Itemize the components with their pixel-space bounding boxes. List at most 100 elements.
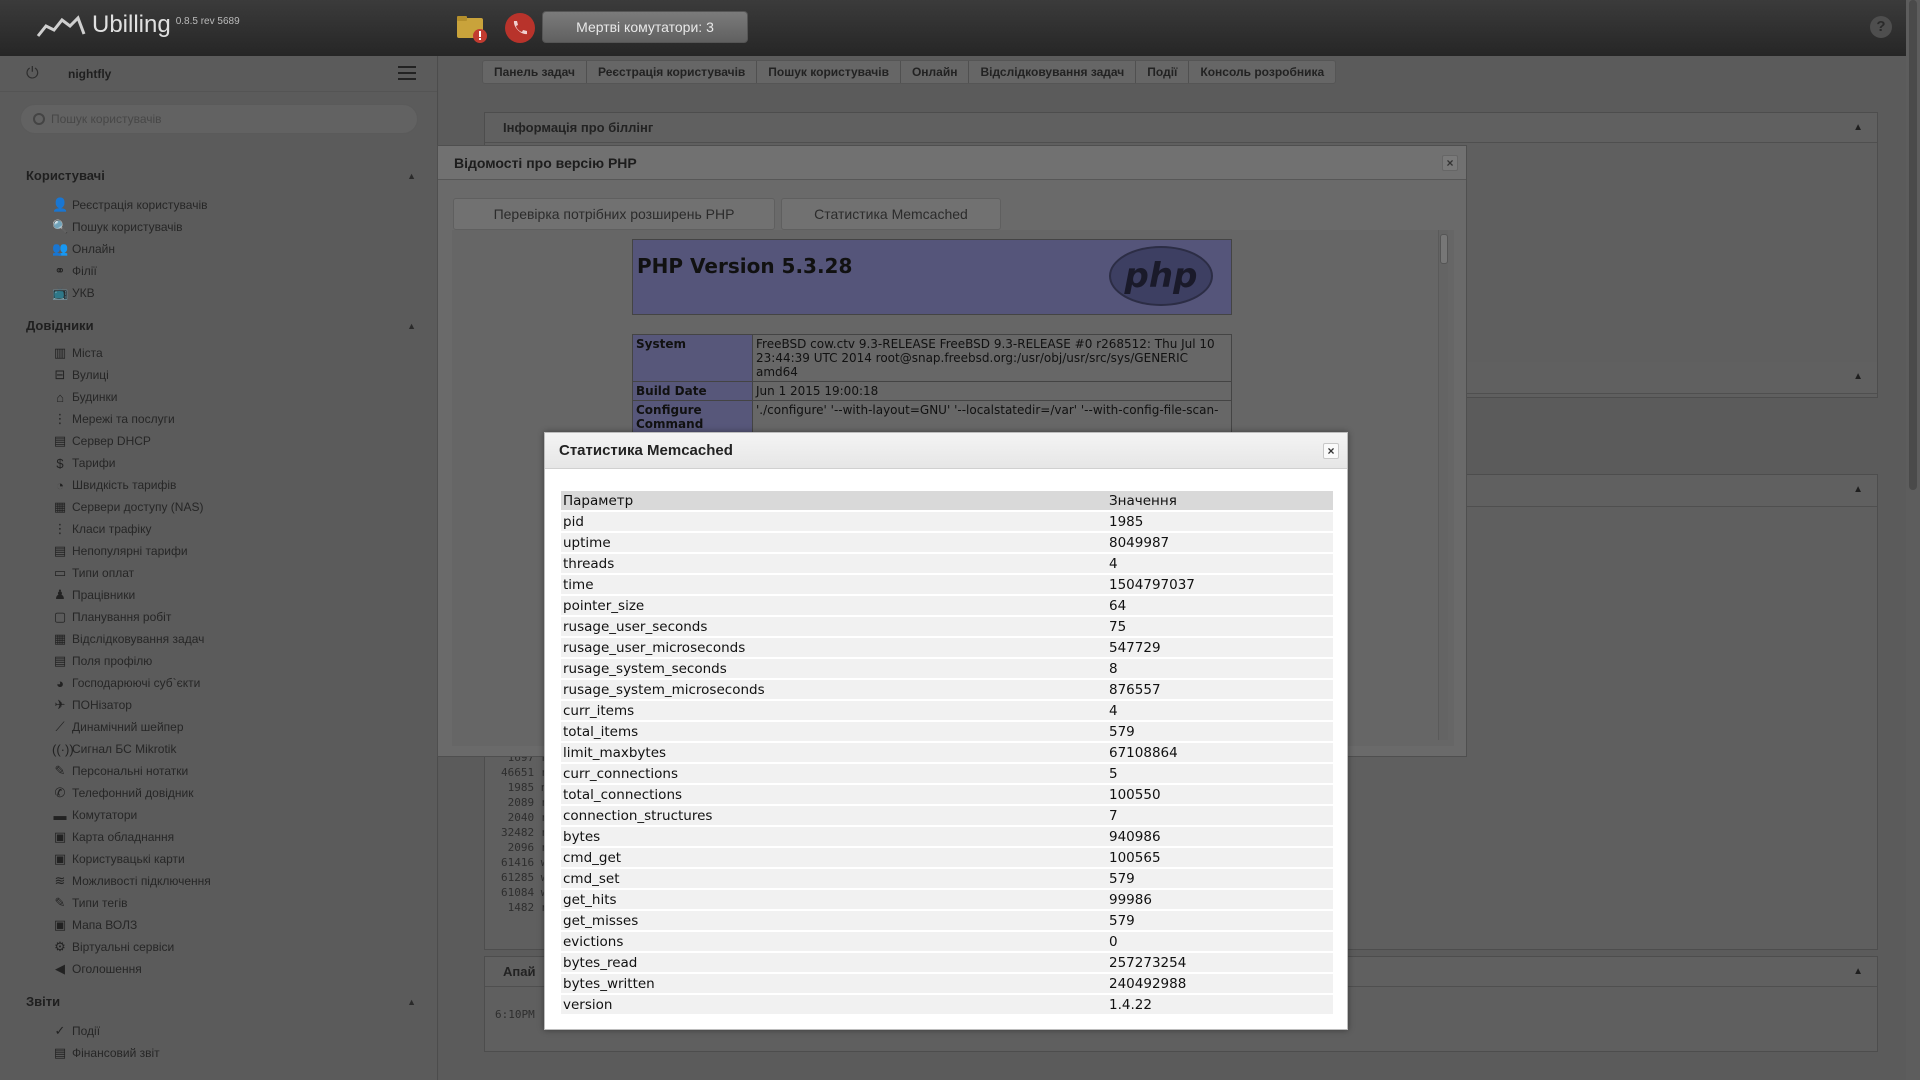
virtual-services-icon: ⚙ [54,939,66,954]
page-scrollbar-thumb[interactable] [1909,0,1917,490]
sidebar-item-label: Будинки [72,390,118,404]
collapse-arrow-icon[interactable]: ▲ [1853,475,1863,505]
breadcrumb-item[interactable]: Події [1136,61,1190,83]
collapse-arrow-icon[interactable]: ▲ [1853,113,1863,143]
param-cell: connection_structures [561,806,1107,825]
section-title[interactable]: Довідники ▲ [26,316,416,336]
sidebar-item[interactable]: ✆ Телефонний довідник [26,782,416,804]
speedometer-icon: ◔ [56,477,64,493]
sidebar-section-reports: Звіти ▲ ✓ Події ▤ Фінансовий звіт [26,992,416,1064]
sidebar-item[interactable]: ▣ Користувацькі карти [26,848,416,870]
sidebar-item[interactable]: ✎ Типи тегів [26,892,416,914]
sidebar-item[interactable]: ✎ Персональні нотатки [26,760,416,782]
sidebar-item[interactable]: ⟋ Динамічний шейпер [26,716,416,738]
sidebar-item[interactable]: ✈ ПОНізатор [26,694,416,716]
help-icon[interactable]: ? [1870,16,1892,38]
username: nightfly [68,66,112,81]
sidebar-item[interactable]: ▦ Відслідковування задач [26,628,416,650]
breadcrumb-item[interactable]: Пошук користувачів [757,61,901,83]
power-icon[interactable]: ⏻ [26,65,42,82]
breadcrumb-item[interactable]: Панель задач [483,61,587,83]
sidebar-item[interactable]: 🔍 Пошук користувачів [26,216,416,238]
breadcrumb: Панель задач Реєстрація користувачів Пошук… [482,60,1337,84]
sidebar-item[interactable]: ✓ Події [26,1020,416,1042]
sidebar-item[interactable]: 📺 УКВ [26,282,416,304]
panel-title[interactable]: Інформація про біллінг ▲ [485,113,1877,143]
sidebar-item[interactable]: ◀ Оголошення [26,958,416,980]
sidebar-item[interactable]: ⚙ Віртуальні сервіси [26,936,416,958]
param-cell: rusage_system_seconds [561,659,1107,678]
breadcrumb-item[interactable]: Консоль розробника [1189,61,1335,83]
megaphone-icon: ◀ [55,961,65,976]
sidebar-item-label: Події [72,1024,101,1038]
sidebar-item[interactable]: ⌂ Будинки [26,386,416,408]
sidebar-item[interactable]: ▣ Карта обладнання [26,826,416,848]
param-cell: get_misses [561,911,1107,930]
sidebar-item[interactable]: ▤ Непопулярні тарифи [26,540,416,562]
collapse-arrow-icon[interactable]: ▲ [407,166,416,186]
section-title[interactable]: Користувачі ▲ [26,166,416,186]
sidebar-item[interactable]: ▢ Планування робіт [26,606,416,628]
sidebar-item-label: Оголошення [72,962,142,976]
phpinfo-scrollbar[interactable] [1438,230,1448,740]
sidebar-item[interactable]: ▤ Поля профілю [26,650,416,672]
binoculars-icon: ⚭ [54,263,66,278]
sidebar-item[interactable]: ▭ Типи оплат [26,562,416,584]
sidebar-item[interactable]: ≋ Можливості підключення [26,870,416,892]
folder-alert-icon[interactable] [456,12,488,44]
collapse-arrow-icon[interactable]: ▲ [1853,362,1863,392]
sidebar-item[interactable]: ◕ Господарюючі суб`єкти [26,672,416,694]
param-cell: evictions [561,932,1107,951]
value-cell: 7 [1107,806,1333,825]
value-cell: 1504797037 [1107,575,1333,594]
sidebar-item[interactable]: ▤ Фінансовий звіт [26,1042,416,1064]
sidebar-item[interactable]: ▬ Комутатори [26,804,416,826]
phpinfo-value: Jun 1 2015 19:00:18 [752,381,1232,401]
sidebar-item[interactable]: 👤 Реєстрація користувачів [26,194,416,216]
breadcrumb-item[interactable]: Реєстрація користувачів [587,61,758,83]
phpinfo-key: Configure Command [632,400,753,434]
sidebar-item[interactable]: ▦ Сервери доступу (NAS) [26,496,416,518]
menu-toggle-icon[interactable] [398,66,416,80]
sidebar-item[interactable]: ⚭ Філії [26,260,416,282]
sidebar-item[interactable]: ⋮ Мережі та послуги [26,408,416,430]
sidebar-item[interactable]: ▣ Мапа ВОЛЗ [26,914,416,936]
sidebar-item[interactable]: ▥ Міста [26,342,416,364]
phone-icon[interactable] [504,12,536,44]
sidebar-item-label: Тарифи [72,456,116,470]
sidebar-item[interactable]: ((·)) Сигнал БС Mikrotik [26,738,416,760]
collapse-arrow-icon[interactable]: ▲ [1853,957,1863,987]
user-search-box[interactable] [20,104,418,134]
sidebar-item[interactable]: ◔ Швидкість тарифів [26,474,416,496]
table-row: get_hits 99986 [561,890,1333,909]
breadcrumb-item[interactable]: Відслідковування задач [969,61,1137,83]
sidebar-item[interactable]: 👥 Онлайн [26,238,416,260]
logo-cow-icon [36,12,86,40]
check-extensions-button[interactable]: Перевірка потрібних розширень PHP [453,198,775,230]
dead-switches-button[interactable]: Мертві комутатори: 3 [542,11,748,43]
sidebar-item[interactable]: ⊟ Вулиці [26,364,416,386]
close-icon[interactable]: × [1323,443,1339,459]
table-row: connection_structures 7 [561,806,1333,825]
value-cell: 75 [1107,617,1333,636]
table-row: Configure Command './configure' '--with-l… [632,400,1232,434]
value-cell: 67108864 [1107,743,1333,762]
sidebar-item-label: Господарюючі суб`єкти [72,676,201,690]
collapse-arrow-icon[interactable]: ▲ [407,316,416,336]
sidebar-item[interactable]: ♟ Працівники [26,584,416,606]
section-title[interactable]: Звіти ▲ [26,992,416,1012]
check-circle-icon: ✓ [54,1023,66,1038]
sidebar-item[interactable]: $ Тарифи [26,452,416,474]
sidebar-item-label: Працівники [72,588,136,602]
close-icon[interactable]: × [1442,155,1458,171]
sidebar-item[interactable]: ⋮ Класи трафіку [26,518,416,540]
memcached-stats-button[interactable]: Статистика Memcached [781,198,1001,230]
collapse-arrow-icon[interactable]: ▲ [407,992,416,1012]
sidebar-item[interactable]: ▤ Сервер DHCP [26,430,416,452]
user-search-input[interactable] [51,112,391,126]
app-logo[interactable]: Ubilling 0.8.5 rev 5689 [36,10,240,40]
planner-icon: ▢ [53,609,67,624]
breadcrumb-item[interactable]: Онлайн [901,61,970,83]
app-name: Ubilling [92,11,171,38]
user-add-icon: 👤 [52,197,69,212]
